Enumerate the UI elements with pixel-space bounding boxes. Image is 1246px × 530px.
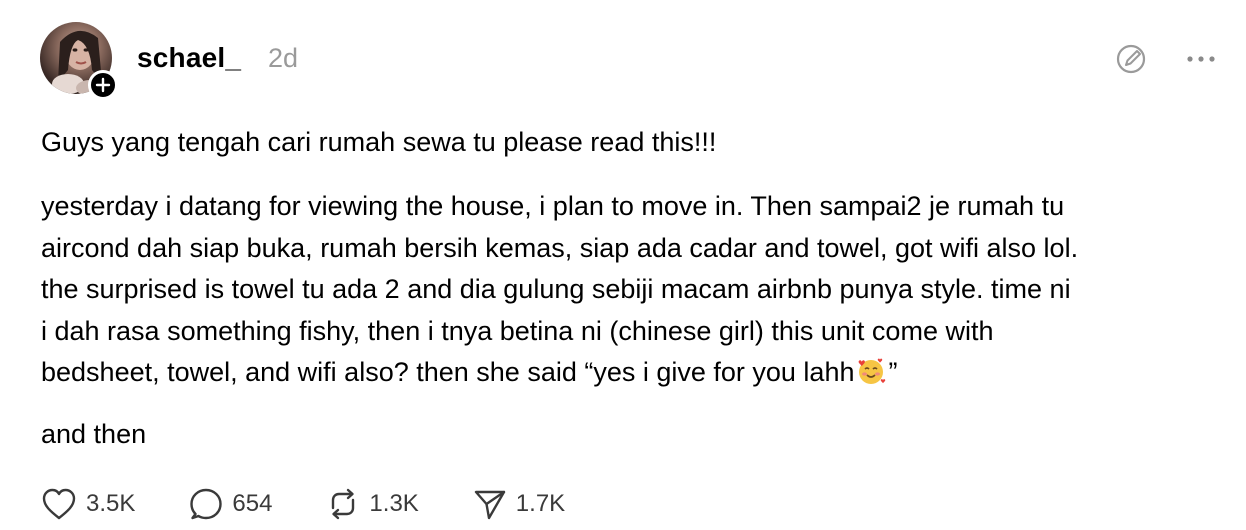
edit-button[interactable]: [1114, 42, 1148, 81]
author-username[interactable]: schael_: [137, 42, 241, 74]
body-line-text: bedsheet, towel, and wifi also? then she…: [41, 357, 855, 387]
body-line-last: bedsheet, towel, and wifi also? then she…: [41, 352, 1231, 398]
post-timestamp: 2d: [268, 43, 299, 73]
smiling-face-with-hearts-emoji-icon: [856, 356, 886, 398]
share-button[interactable]: 1.7K: [472, 486, 565, 522]
post-heading: Guys yang tengah cari rumah sewa tu plea…: [41, 127, 717, 157]
edit-pen-circle-icon: [1116, 44, 1146, 74]
comment-bubble-icon: [190, 488, 223, 520]
more-options-button[interactable]: [1186, 52, 1216, 71]
plus-icon: [95, 77, 111, 93]
share-count: 1.7K: [515, 490, 566, 517]
heart-icon: [42, 488, 76, 520]
body-line: aircond dah siap buka, rumah bersih kema…: [41, 232, 1079, 263]
body-line: yesterday i datang for viewing the house…: [41, 191, 1065, 221]
like-count: 3.5K: [86, 490, 136, 517]
like-button[interactable]: 3.5K: [40, 486, 135, 522]
repost-icon: [332, 488, 355, 520]
body-line: the surprised is towel tu ada 2 and dia …: [41, 274, 1071, 304]
thread-post: schael_ 2d Guys yang tengah cari rumah s…: [0, 0, 1246, 530]
author-avatar-container: [40, 22, 118, 100]
more-horizontal-icon: [1187, 56, 1215, 62]
post-tail-text: and then: [41, 419, 147, 449]
post-body: yesterday i datang for viewing the house…: [41, 186, 1231, 398]
post-actions: 3.5K 654 1.3K 1.7K: [40, 482, 618, 526]
reply-count: 654: [232, 490, 273, 517]
body-line-text: ”: [888, 357, 898, 387]
repost-count: 1.3K: [369, 490, 419, 517]
repost-button[interactable]: 1.3K: [325, 486, 419, 522]
reply-button[interactable]: 654: [188, 486, 272, 522]
body-line: i dah rasa something fishy, then i tnya …: [41, 315, 994, 346]
send-icon: [474, 490, 505, 520]
follow-button[interactable]: [88, 70, 118, 100]
